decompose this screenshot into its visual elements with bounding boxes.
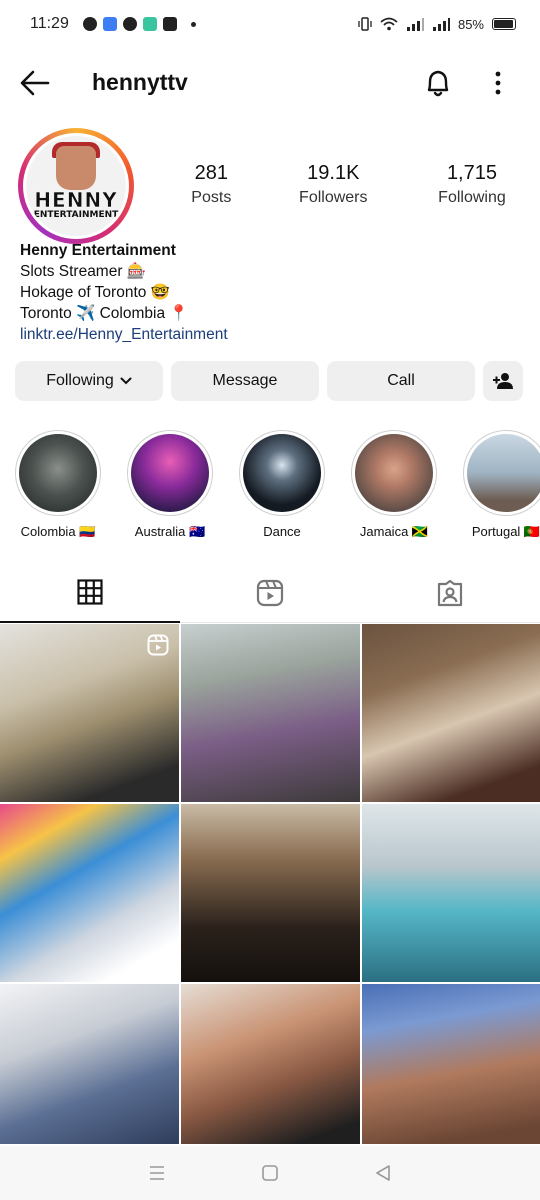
bio-link[interactable]: linktr.ee/Henny_Entertainment xyxy=(20,324,228,345)
following-label: Following xyxy=(46,372,114,389)
profile-bio: Henny Entertainment Slots Streamer 🎰 Hok… xyxy=(20,240,228,345)
post-thumbnail[interactable] xyxy=(362,624,540,802)
highlight-cover xyxy=(355,434,433,512)
system-nav-bar xyxy=(0,1146,540,1200)
post-thumbnail[interactable] xyxy=(0,984,179,1144)
post-thumbnail[interactable] xyxy=(181,624,360,802)
stat-label: Following xyxy=(438,189,506,206)
stat-value: 281 xyxy=(194,162,228,184)
story-highlights: Colombia 🇨🇴 Australia 🇦🇺 Dance Jamaica 🇯… xyxy=(0,430,540,542)
avatar[interactable]: HENNY ENTERTAINMENT xyxy=(18,128,134,244)
bio-line: Toronto ✈️ Colombia 📍 xyxy=(20,305,189,322)
more-icon[interactable] xyxy=(490,70,506,96)
stat-value: 19.1K xyxy=(307,162,360,184)
posts-grid xyxy=(0,624,540,1144)
stat-label: Followers xyxy=(299,189,368,206)
highlight-jamaica[interactable]: Jamaica 🇯🇲 xyxy=(344,430,444,540)
tab-tagged[interactable] xyxy=(360,563,540,623)
stat-value: 1,715 xyxy=(446,162,497,184)
battery-icon xyxy=(492,18,516,30)
back-arrow-icon[interactable] xyxy=(20,70,50,96)
post-thumbnail[interactable] xyxy=(0,804,179,982)
highlight-label: Australia 🇦🇺 xyxy=(134,524,206,539)
highlight-label: Jamaica 🇯🇲 xyxy=(359,524,429,539)
notification-icons xyxy=(82,17,196,31)
add-user-icon xyxy=(493,373,513,389)
chevron-down-icon xyxy=(120,377,132,385)
highlight-australia[interactable]: Australia 🇦🇺 xyxy=(120,430,220,540)
youtube-icon xyxy=(162,17,177,31)
home-icon[interactable] xyxy=(261,1164,279,1182)
wifi-icon xyxy=(380,17,398,31)
highlight-cover xyxy=(19,434,97,512)
signal-icon xyxy=(406,18,424,31)
profile-actions: Following Message Call xyxy=(15,361,525,401)
call-label: Call xyxy=(387,372,415,389)
call-button[interactable]: Call xyxy=(327,361,475,401)
highlight-cover xyxy=(467,434,540,512)
highlight-cover xyxy=(131,434,209,512)
signal-icon xyxy=(432,18,450,31)
battery-percent: 85% xyxy=(457,16,484,32)
more-notifications-icon xyxy=(190,21,196,27)
reels-icon xyxy=(256,579,284,607)
status-bar: 11:29 85% xyxy=(0,0,540,48)
add-user-button[interactable] xyxy=(483,361,523,401)
profile-tabs xyxy=(0,563,540,623)
post-thumbnail[interactable] xyxy=(181,804,360,982)
recent-apps-icon[interactable] xyxy=(148,1165,166,1181)
following-button[interactable]: Following xyxy=(15,361,163,401)
avatar-logo-text: HENNY xyxy=(34,188,118,213)
message-label: Message xyxy=(212,372,278,389)
facebook-icon xyxy=(122,17,137,31)
back-icon[interactable] xyxy=(374,1164,392,1182)
stat-following[interactable]: 1,715 Following xyxy=(414,162,530,207)
status-right: 85% xyxy=(358,17,516,32)
profile-stats: 281 Posts 19.1K Followers 1,715 Followin… xyxy=(170,162,530,207)
status-time: 11:29 xyxy=(30,15,69,32)
message-button[interactable]: Message xyxy=(171,361,319,401)
bio-line: Hokage of Toronto 🤓 xyxy=(20,284,170,301)
vibrate-icon xyxy=(358,17,372,31)
highlight-portugal[interactable]: Portugal 🇵🇹 xyxy=(456,430,540,540)
bio-line: Slots Streamer 🎰 xyxy=(20,263,147,280)
post-thumbnail[interactable] xyxy=(362,984,540,1144)
stat-posts[interactable]: 281 Posts xyxy=(170,162,253,207)
messenger-icon xyxy=(82,17,97,31)
profile-header: hennyttv xyxy=(0,58,540,110)
avatar-logo: HENNY ENTERTAINMENT xyxy=(26,136,126,236)
app-icon xyxy=(102,17,117,31)
highlight-colombia[interactable]: Colombia 🇨🇴 xyxy=(8,430,108,540)
highlight-label: Dance xyxy=(263,524,301,539)
highlight-label: Colombia 🇨🇴 xyxy=(20,524,96,539)
avatar-logo-subtext: ENTERTAINMENT xyxy=(33,210,119,220)
page-title: hennyttv xyxy=(92,69,188,95)
reels-icon xyxy=(147,634,169,656)
tagged-icon xyxy=(437,579,463,607)
post-thumbnail[interactable] xyxy=(181,984,360,1144)
stat-followers[interactable]: 19.1K Followers xyxy=(253,162,414,207)
profile-name: Henny Entertainment xyxy=(20,242,176,259)
stat-label: Posts xyxy=(191,189,232,206)
tab-posts[interactable] xyxy=(0,563,180,623)
grid-icon xyxy=(77,579,103,605)
post-thumbnail[interactable] xyxy=(0,624,179,802)
tab-reels[interactable] xyxy=(180,563,360,623)
highlight-label: Portugal 🇵🇹 xyxy=(471,524,540,539)
highlight-cover xyxy=(243,434,321,512)
post-thumbnail[interactable] xyxy=(362,804,540,982)
app-icon xyxy=(142,17,157,31)
highlight-dance[interactable]: Dance xyxy=(232,430,332,539)
bell-icon[interactable] xyxy=(424,68,452,98)
